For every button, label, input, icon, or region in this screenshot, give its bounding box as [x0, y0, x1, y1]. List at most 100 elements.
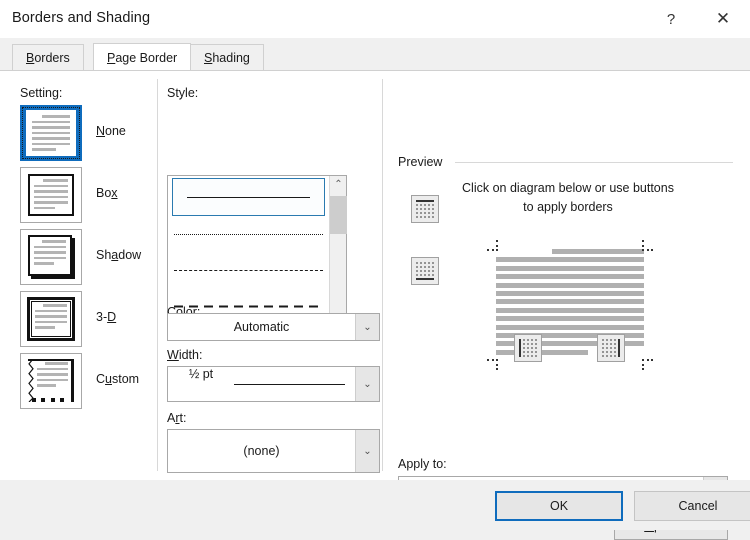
setting-thumb-shadow[interactable]: [20, 229, 82, 285]
tab-page-border-rest: age Border: [115, 50, 178, 65]
corner-mark-top-right: [642, 240, 653, 251]
thumb-line: [32, 148, 56, 151]
diagram-line: [496, 274, 644, 280]
preview-hint: Click on diagram below or use buttons to…: [398, 179, 738, 217]
corner-mark-bottom-left: [487, 359, 498, 370]
edge-indicator-bottom: [416, 278, 434, 280]
thumb-line: [37, 378, 68, 381]
style-item-dotted[interactable]: [174, 216, 323, 252]
setting-accel-none: N: [96, 124, 106, 138]
art-value: (none): [243, 444, 280, 458]
setting-option-custom[interactable]: Custom: [20, 353, 150, 409]
tab-shading[interactable]: Shading: [190, 44, 264, 71]
tab-shading-label: Shading: [204, 51, 250, 65]
thumb-line: [35, 315, 67, 318]
setting-thumb-box[interactable]: [20, 167, 82, 223]
thumb-line: [32, 126, 70, 129]
corner-mark-bottom-right: [642, 359, 653, 370]
chevron-down-icon[interactable]: ⌄: [355, 430, 379, 472]
tab-page-border[interactable]: Page Border: [93, 43, 192, 71]
tab-borders-rest: orders: [34, 51, 70, 65]
thumb-line: [34, 251, 66, 254]
close-icon[interactable]: ✕: [700, 0, 746, 38]
color-combobox[interactable]: Automatic ⌄: [167, 313, 380, 341]
setting-thumb-3d[interactable]: [20, 291, 82, 347]
scroll-up-icon[interactable]: ⌃: [330, 176, 347, 193]
thumb-line: [43, 304, 67, 307]
top-border-button[interactable]: [411, 195, 439, 223]
thumb-page: [28, 235, 72, 276]
art-combobox[interactable]: (none) ⌄: [167, 429, 380, 473]
edge-indicator-top: [416, 200, 434, 202]
thumb-lines: [30, 300, 72, 338]
diagram-line: [496, 257, 644, 263]
thumb-line: [34, 256, 66, 259]
width-label-rest: idth:: [178, 348, 203, 362]
chevron-down-icon[interactable]: ⌄: [355, 367, 379, 401]
thumb-line: [41, 115, 70, 118]
edge-indicator-right: [618, 339, 620, 357]
left-border-button[interactable]: [514, 334, 542, 362]
style-item-dash-small[interactable]: [174, 252, 323, 288]
diagram-line: [496, 324, 644, 330]
border-grid-icon: [519, 339, 537, 357]
preview-group-label: Preview: [398, 155, 449, 169]
style-line-dotted: [174, 233, 323, 235]
setting-option-none[interactable]: None: [20, 105, 150, 161]
setting-name-rest-none: one: [105, 124, 126, 138]
edge-indicator-left: [519, 339, 521, 357]
corner-mark-top-left: [487, 240, 498, 251]
thumb-line: [34, 190, 68, 193]
color-value: Automatic: [233, 320, 290, 334]
help-icon[interactable]: ?: [648, 0, 694, 38]
diagram-line: [552, 249, 644, 254]
setting-label-3d: 3-D: [96, 310, 116, 324]
thumb-lines: [28, 359, 74, 402]
right-border-button[interactable]: [597, 334, 625, 362]
setting-name-pre-box: Bo: [96, 186, 112, 200]
ok-button[interactable]: OK: [495, 491, 623, 521]
diagram-line: [496, 299, 644, 305]
thumb-line: [37, 373, 68, 376]
setting-label-none: None: [96, 124, 126, 138]
title-bar: Borders and Shading ? ✕: [0, 0, 750, 38]
setting-thumb-custom[interactable]: [20, 353, 82, 409]
thumb-lines: [30, 176, 72, 214]
setting-label-box: Box: [96, 186, 118, 200]
setting-option-3d[interactable]: 3-D: [20, 291, 150, 347]
style-line-dash-small: [174, 269, 323, 271]
thumb-line: [37, 384, 57, 387]
thumb-line: [32, 137, 70, 140]
diagram-line: [496, 290, 644, 296]
setting-accel-box: x: [111, 186, 118, 200]
setting-thumb-none[interactable]: [20, 105, 82, 161]
column-divider-right: [382, 79, 383, 471]
width-value: ½ pt: [188, 367, 214, 381]
bottom-border-button[interactable]: [411, 257, 439, 285]
thumb-page: [28, 359, 74, 402]
thumb-line: [35, 309, 67, 312]
dialog-body: Setting: None Box Shadow 3-D Custom Styl…: [0, 70, 750, 540]
thumb-line: [45, 362, 68, 365]
preview-group-rule: [455, 162, 733, 163]
style-item-solid[interactable]: [172, 178, 325, 216]
tab-shading-rest: hading: [212, 51, 250, 65]
setting-option-shadow[interactable]: Shadow: [20, 229, 150, 285]
preview-hint-line2: to apply borders: [523, 200, 613, 214]
setting-accel-custom: u: [105, 372, 112, 386]
setting-option-box[interactable]: Box: [20, 167, 150, 223]
apply-to-label: Apply to:: [398, 457, 447, 471]
thumb-line: [34, 184, 68, 187]
diagram-line: [496, 307, 644, 313]
thumb-line: [35, 326, 55, 329]
thumb-line: [34, 245, 66, 248]
art-label: Art:: [167, 411, 186, 425]
scrollbar-thumb[interactable]: [330, 196, 347, 234]
thumb-line: [34, 262, 54, 265]
art-label-rest: t:: [179, 411, 187, 425]
tab-borders[interactable]: Borders: [12, 44, 84, 71]
cancel-button[interactable]: Cancel: [634, 491, 750, 521]
chevron-down-icon[interactable]: ⌄: [355, 314, 379, 340]
tab-page-border-label: Page Border: [107, 51, 177, 65]
width-combobox[interactable]: ½ pt ⌄: [167, 366, 380, 402]
